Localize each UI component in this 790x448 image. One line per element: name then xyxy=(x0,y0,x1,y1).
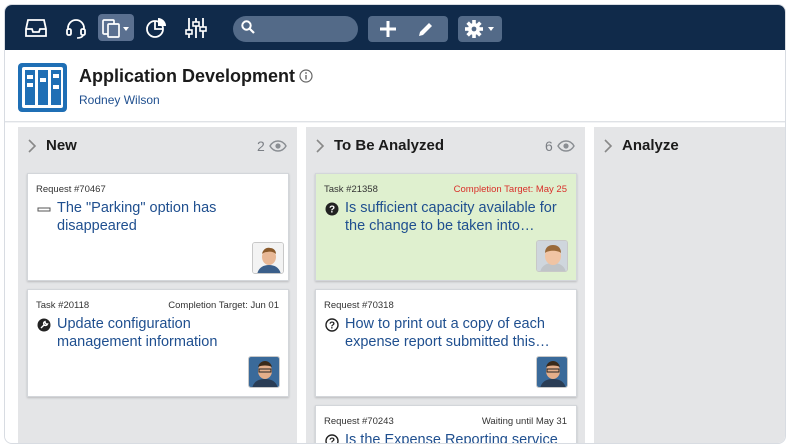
card-id: Request #70467 xyxy=(36,184,106,195)
column-title: To Be Analyzed xyxy=(334,137,445,154)
wrench-icon xyxy=(37,318,51,337)
kanban-board: New 2 Request #70467 The "Parking" optio… xyxy=(5,123,785,445)
work-item-card[interactable]: Request #70467 The "Parking" option has … xyxy=(27,173,289,281)
chevron-right-icon[interactable] xyxy=(27,138,37,159)
eye-icon[interactable] xyxy=(557,139,575,157)
avatar[interactable] xyxy=(536,356,568,388)
completion-target: Completion Target: Jun 01 xyxy=(168,300,279,311)
card-title[interactable]: Update configuration management informat… xyxy=(57,315,275,351)
avatar[interactable] xyxy=(536,240,568,272)
search-icon xyxy=(241,19,255,39)
card-title[interactable]: Is sufficient capacity available for the… xyxy=(345,199,563,235)
inbox-icon[interactable] xyxy=(23,14,49,41)
work-item-card[interactable]: Task #21358 Completion Target: May 25 ? … xyxy=(315,173,577,281)
board-header: Application Development Rodney Wilson xyxy=(5,50,785,122)
minus-icon xyxy=(37,202,51,221)
column-header[interactable]: New 2 xyxy=(18,127,297,163)
waiting-until: Waiting until May 31 xyxy=(481,416,567,427)
documents-menu-button[interactable] xyxy=(98,14,134,41)
card-id: Request #70318 xyxy=(324,300,394,311)
column-count: 2 xyxy=(257,138,265,154)
app-window: Application Development Rodney Wilson Ne… xyxy=(4,4,786,444)
pie-chart-icon[interactable] xyxy=(143,14,169,41)
sliders-icon[interactable] xyxy=(183,14,209,41)
board-logo xyxy=(18,63,67,112)
avatar[interactable] xyxy=(252,242,284,274)
top-toolbar xyxy=(5,5,785,50)
search-bar[interactable] xyxy=(233,16,358,42)
question-icon: ? xyxy=(325,434,339,445)
gear-icon[interactable] xyxy=(462,16,500,42)
chevron-right-icon[interactable] xyxy=(315,138,325,159)
svg-text:?: ? xyxy=(329,321,335,332)
column-title: New xyxy=(46,137,77,154)
column-to-be-analyzed: To Be Analyzed 6 Task #21358 Completion … xyxy=(306,127,585,445)
plus-icon[interactable] xyxy=(374,16,402,42)
svg-text:?: ? xyxy=(329,205,335,216)
documents-icon xyxy=(101,18,131,38)
card-title[interactable]: Is the Expense Reporting service xyxy=(345,431,563,443)
work-item-card[interactable]: Request #70243 Waiting until May 31 ? Is… xyxy=(315,405,577,445)
card-id: Task #20118 xyxy=(36,300,90,311)
column-header[interactable]: Analyze xyxy=(594,127,785,163)
avatar[interactable] xyxy=(248,356,280,388)
column-analyze: Analyze xyxy=(594,127,785,443)
column-new: New 2 Request #70467 The "Parking" optio… xyxy=(18,127,297,443)
page-title: Application Development xyxy=(79,66,296,86)
card-title[interactable]: How to print out a copy of each expense … xyxy=(345,315,563,351)
column-title: Analyze xyxy=(622,137,679,154)
work-item-card[interactable]: Task #20118 Completion Target: Jun 01 Up… xyxy=(27,289,289,397)
chevron-right-icon[interactable] xyxy=(603,138,613,159)
question-filled-icon: ? xyxy=(325,202,339,221)
card-id: Request #70243 xyxy=(324,416,394,427)
headset-icon[interactable] xyxy=(63,14,89,41)
eye-icon[interactable] xyxy=(269,139,287,157)
work-item-card[interactable]: Request #70318 ? How to print out a copy… xyxy=(315,289,577,397)
column-count: 6 xyxy=(545,138,553,154)
column-header[interactable]: To Be Analyzed 6 xyxy=(306,127,585,163)
card-title[interactable]: The "Parking" option has disappeared xyxy=(57,199,275,235)
completion-target: Completion Target: May 25 xyxy=(453,184,567,195)
board-owner-link[interactable]: Rodney Wilson xyxy=(79,93,160,107)
pencil-icon[interactable] xyxy=(412,16,440,42)
search-input[interactable] xyxy=(261,21,356,37)
card-id: Task #21358 xyxy=(324,184,378,195)
svg-text:?: ? xyxy=(329,437,335,445)
question-icon: ? xyxy=(325,318,339,337)
info-icon[interactable] xyxy=(299,69,313,88)
